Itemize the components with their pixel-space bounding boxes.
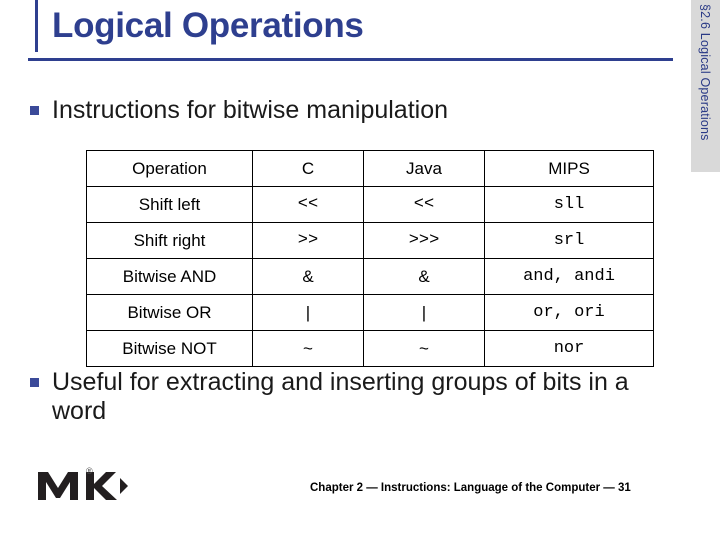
section-sidebar: §2.6 Logical Operations: [691, 0, 720, 172]
slide: §2.6 Logical Operations Logical Operatio…: [0, 0, 720, 540]
cell-operation: Bitwise AND: [86, 258, 253, 295]
logical-operations-table: Operation C Java MIPS Shift left << << s…: [86, 150, 654, 367]
page-title: Logical Operations: [52, 6, 364, 45]
cell-c: >>: [252, 222, 364, 259]
cell-mips: sll: [484, 186, 654, 223]
table-row: Bitwise NOT ~ ~ nor: [86, 330, 654, 367]
table-row: Shift left << << sll: [86, 186, 654, 223]
cell-java: |: [363, 294, 485, 331]
table-row: Bitwise AND & & and, andi: [86, 258, 654, 295]
cell-java: <<: [363, 186, 485, 223]
cell-operation: Shift left: [86, 186, 253, 223]
bullet-marker-icon: [30, 106, 39, 115]
cell-c: ~: [252, 330, 364, 367]
cell-operation: Bitwise OR: [86, 294, 253, 331]
publisher-logo-icon: [36, 468, 132, 502]
cell-c: <<: [252, 186, 364, 223]
header-cell-java: Java: [363, 150, 485, 187]
bullet-item-2: Useful for extracting and inserting grou…: [30, 368, 630, 426]
cell-mips: nor: [484, 330, 654, 367]
cell-java: &: [363, 258, 485, 295]
table-row: Shift right >> >>> srl: [86, 222, 654, 259]
header-cell-c: C: [252, 150, 364, 187]
header-cell-operation: Operation: [86, 150, 253, 187]
bullet-item-1-text: Instructions for bitwise manipulation: [52, 96, 449, 124]
cell-mips: srl: [484, 222, 654, 259]
registered-trademark-mark: ®: [86, 466, 93, 476]
cell-mips: and, andi: [484, 258, 654, 295]
cell-c: &: [252, 258, 364, 295]
cell-c: |: [252, 294, 364, 331]
cell-operation: Shift right: [86, 222, 253, 259]
slide-footer: Chapter 2 — Instructions: Language of th…: [310, 482, 631, 494]
section-sidebar-label: §2.6 Logical Operations: [698, 4, 712, 141]
bullet-item-2-text: Useful for extracting and inserting grou…: [52, 368, 629, 425]
bullet-marker-icon: [30, 378, 39, 387]
cell-java: >>>: [363, 222, 485, 259]
title-underline: [28, 58, 673, 61]
title-area: Logical Operations: [0, 0, 690, 72]
bullet-item-1: Instructions for bitwise manipulation: [30, 96, 448, 125]
table-row: Bitwise OR | | or, ori: [86, 294, 654, 331]
cell-mips: or, ori: [484, 294, 654, 331]
title-accent-bar: [35, 0, 38, 52]
cell-java: ~: [363, 330, 485, 367]
cell-operation: Bitwise NOT: [86, 330, 253, 367]
header-cell-mips: MIPS: [484, 150, 654, 187]
table-header-row: Operation C Java MIPS: [86, 150, 654, 187]
